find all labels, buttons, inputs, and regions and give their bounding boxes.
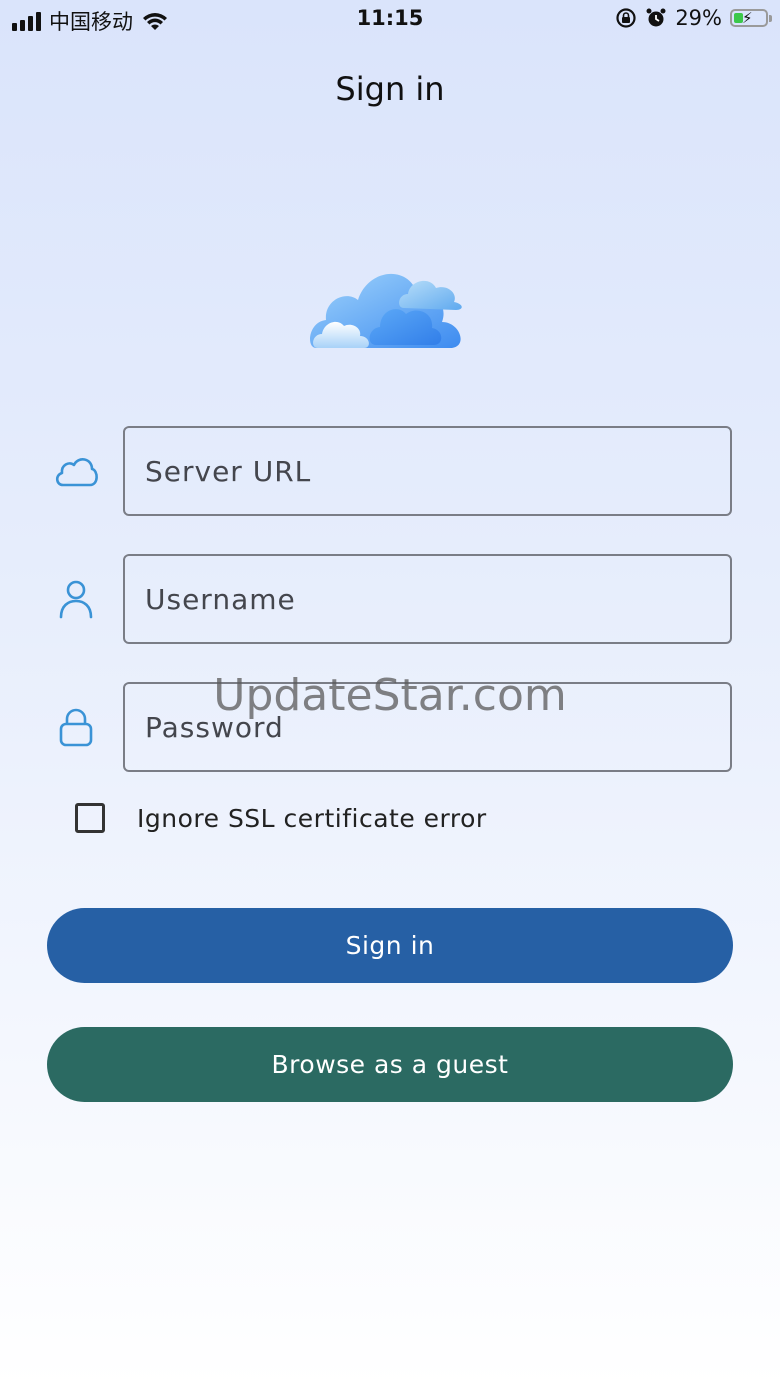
charging-bolt-icon: ⚡ [742,9,753,27]
server-url-row [48,426,734,516]
sign-in-button[interactable]: Sign in [47,908,733,983]
user-icon [48,574,104,624]
lock-icon [48,702,104,752]
browse-as-guest-button[interactable]: Browse as a guest [47,1027,733,1102]
username-row [48,554,734,644]
server-url-input[interactable] [123,426,732,516]
password-row [48,682,734,772]
ignore-ssl-row[interactable]: Ignore SSL certificate error [75,800,487,836]
status-bar: 中国移动 11:15 29% ⚡ [0,0,780,40]
cloud-icon [48,446,104,496]
status-right: 29% ⚡ [615,6,772,30]
rotation-lock-icon [616,8,636,28]
battery-charging-icon: ⚡ [730,9,772,27]
password-input[interactable] [123,682,732,772]
page-title: Sign in [335,70,445,108]
alarm-icon [646,8,666,27]
battery-percent: 29% [675,6,722,30]
username-input[interactable] [123,554,732,644]
cloud-logo-icon [310,273,462,348]
ignore-ssl-checkbox[interactable] [75,803,105,833]
ignore-ssl-label[interactable]: Ignore SSL certificate error [137,804,487,833]
